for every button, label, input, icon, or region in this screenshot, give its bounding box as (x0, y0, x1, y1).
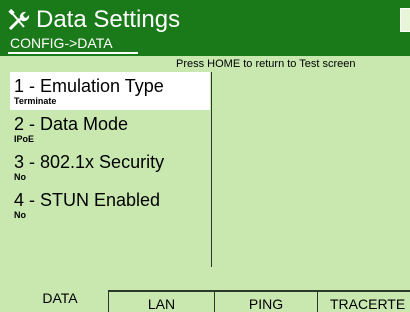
title-bar: Data Settings CONFIG->DATA (0, 0, 410, 56)
wrench-screwdriver-icon (8, 8, 30, 31)
help-text: Press HOME to return to Test screen (176, 58, 356, 70)
menu-item-label: 2 - Data Mode (14, 114, 129, 134)
battery-icon (400, 8, 410, 32)
tab-data[interactable]: DATA (12, 286, 108, 312)
breadcrumb: CONFIG->DATA (10, 35, 113, 51)
menu-item-802-1x-security[interactable]: 3 - 802.1x Security No (10, 148, 210, 186)
tab-ping[interactable]: PING (214, 290, 317, 312)
menu-item-data-mode[interactable]: 2 - Data Mode IPoE (10, 110, 210, 148)
tab-bar: DATA LAN PING TRACERTE (0, 286, 410, 312)
panel-divider (211, 72, 212, 267)
menu-item-value: No (14, 172, 26, 182)
menu-item-stun-enabled[interactable]: 4 - STUN Enabled No (10, 186, 210, 224)
menu-item-value: No (14, 210, 26, 220)
menu-item-value: IPoE (14, 134, 35, 144)
title-row: Data Settings (6, 4, 180, 36)
settings-menu: 1 - Emulation Type Terminate 2 - Data Mo… (10, 72, 210, 224)
help-banner: Press HOME to return to Test screen (0, 56, 410, 72)
menu-item-emulation-type[interactable]: 1 - Emulation Type Terminate (10, 72, 210, 110)
menu-item-label: 4 - STUN Enabled (14, 190, 161, 210)
breadcrumb-underline (8, 52, 138, 54)
tab-lan[interactable]: LAN (108, 290, 214, 312)
menu-item-label: 1 - Emulation Type (14, 76, 164, 96)
page-title: Data Settings (36, 6, 181, 33)
menu-item-label: 3 - 802.1x Security (14, 152, 165, 172)
menu-item-value: Terminate (14, 96, 57, 106)
tab-tracerte[interactable]: TRACERTE (317, 290, 410, 312)
